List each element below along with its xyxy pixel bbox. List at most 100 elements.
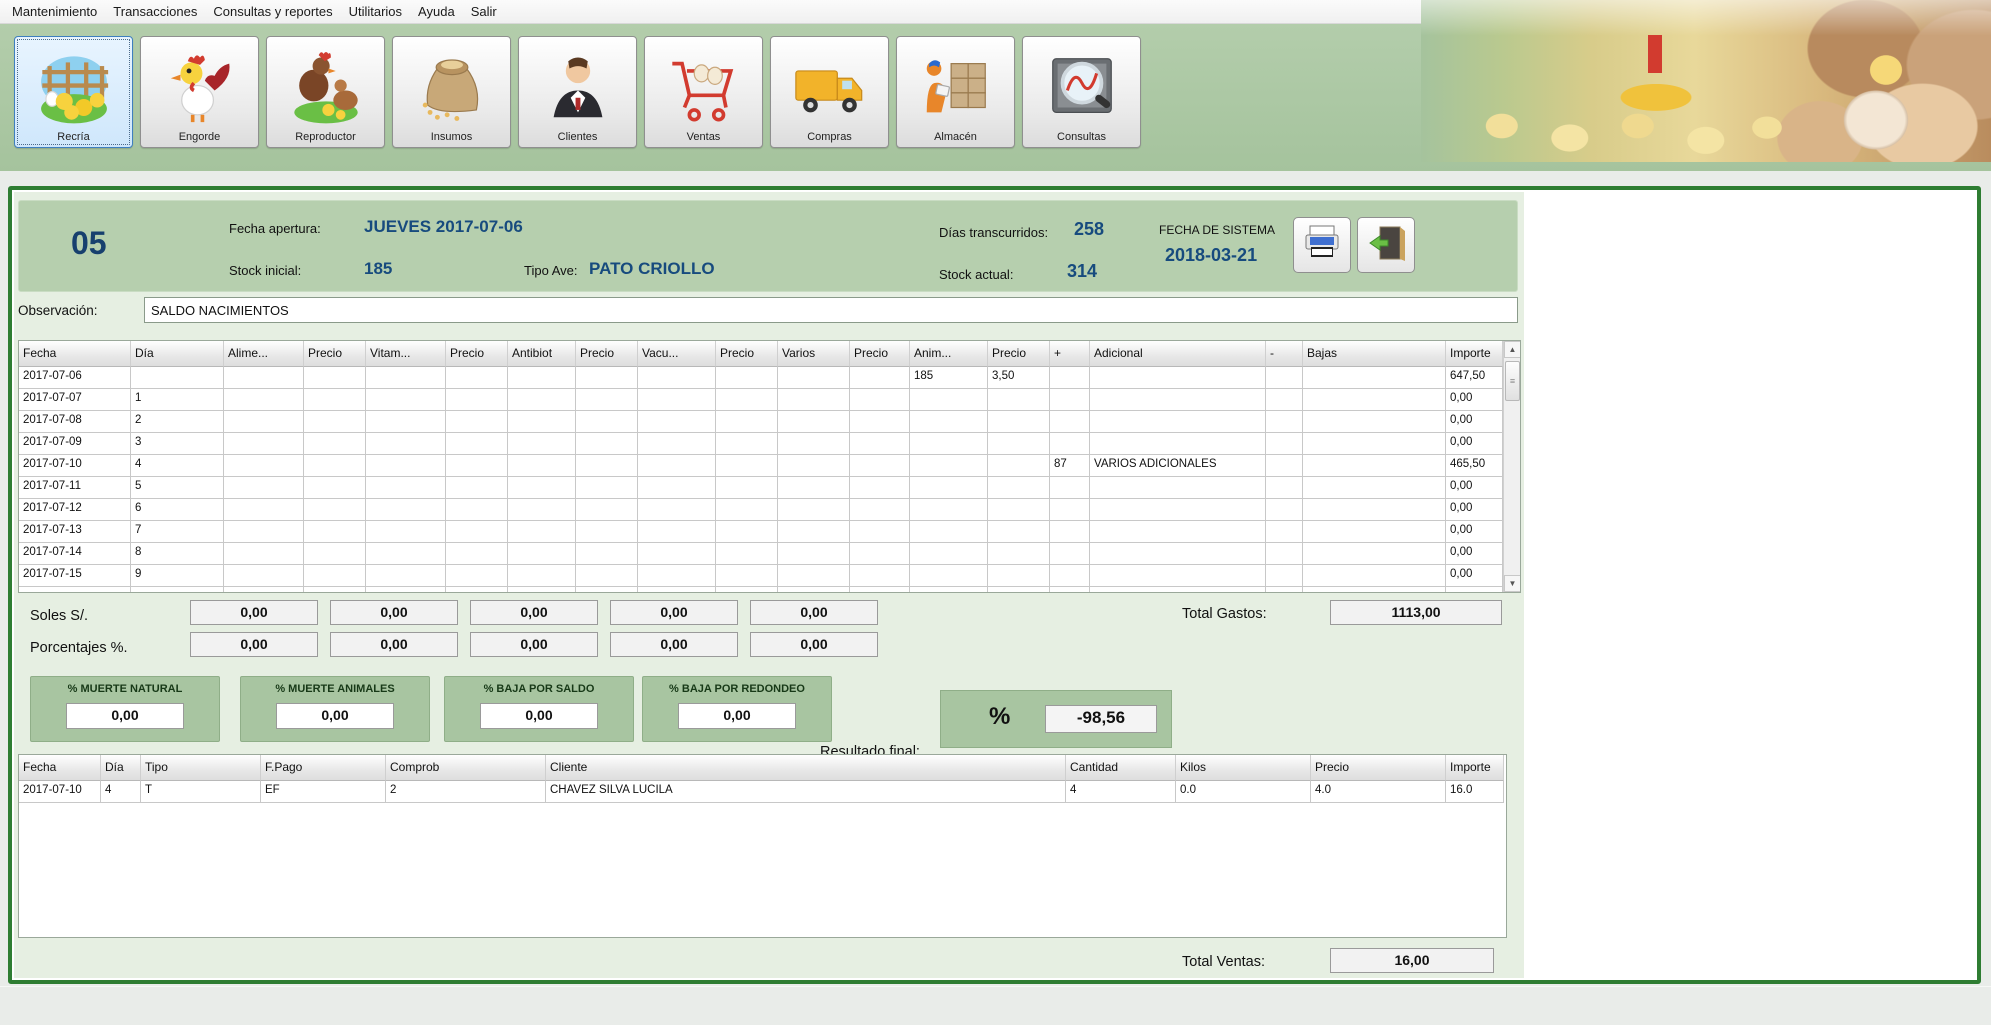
- column-header[interactable]: Cliente: [546, 755, 1066, 781]
- daily-movements-grid[interactable]: FechaDíaAlime...PrecioVitam...PrecioAnti…: [18, 340, 1521, 593]
- grid-cell[interactable]: [716, 499, 778, 521]
- grid-cell[interactable]: [1090, 477, 1266, 499]
- grid-cell[interactable]: 2: [386, 781, 546, 803]
- grid-cell[interactable]: [224, 477, 304, 499]
- toolbar-button-reproductor[interactable]: Reproductor: [266, 36, 385, 148]
- grid-cell[interactable]: 2017-07-07: [19, 389, 131, 411]
- grid-cell[interactable]: [988, 477, 1050, 499]
- grid-cell[interactable]: [508, 477, 576, 499]
- grid-cell[interactable]: [778, 389, 850, 411]
- grid-cell[interactable]: [1050, 433, 1090, 455]
- grid-cell[interactable]: [1266, 543, 1303, 565]
- grid-cell[interactable]: [366, 455, 446, 477]
- grid-cell[interactable]: 2017-07-09: [19, 433, 131, 455]
- grid-cell[interactable]: [716, 433, 778, 455]
- column-header[interactable]: Precio: [850, 341, 910, 367]
- grid-cell[interactable]: [638, 499, 716, 521]
- column-header[interactable]: Anim...: [910, 341, 988, 367]
- grid-cell[interactable]: 2017-07-06: [19, 367, 131, 389]
- grid-cell[interactable]: [778, 499, 850, 521]
- grid-cell[interactable]: 2017-07-14: [19, 543, 131, 565]
- grid-cell[interactable]: 2017-07-10: [19, 455, 131, 477]
- grid-cell[interactable]: [850, 521, 910, 543]
- column-header[interactable]: Día: [131, 341, 224, 367]
- grid-cell[interactable]: [1050, 367, 1090, 389]
- column-header[interactable]: Kilos: [1176, 755, 1311, 781]
- grid-cell[interactable]: [304, 455, 366, 477]
- grid-cell[interactable]: 465,50: [1446, 455, 1503, 477]
- grid-cell[interactable]: [446, 411, 508, 433]
- grid-cell[interactable]: 4: [131, 455, 224, 477]
- table-row[interactable]: 2017-07-1480,00: [19, 543, 1520, 565]
- grid-cell[interactable]: [304, 367, 366, 389]
- column-header[interactable]: F.Pago: [261, 755, 386, 781]
- grid-cell[interactable]: [1266, 587, 1303, 593]
- grid-cell[interactable]: [224, 565, 304, 587]
- table-row[interactable]: 2017-07-10487VARIOS ADICIONALES465,50: [19, 455, 1520, 477]
- grid-cell[interactable]: [446, 499, 508, 521]
- grid-cell[interactable]: [508, 455, 576, 477]
- grid-cell[interactable]: [446, 455, 508, 477]
- grid-cell[interactable]: [778, 521, 850, 543]
- grid-cell[interactable]: [638, 433, 716, 455]
- grid-cell[interactable]: [1050, 411, 1090, 433]
- grid-cell[interactable]: [1050, 521, 1090, 543]
- grid-cell[interactable]: [1303, 455, 1446, 477]
- grid-cell[interactable]: [508, 565, 576, 587]
- grid-cell[interactable]: [1266, 477, 1303, 499]
- table-row[interactable]: 2017-07-104TEF2CHAVEZ SILVA LUCILA40.04.…: [19, 781, 1506, 803]
- grid-cell[interactable]: [988, 433, 1050, 455]
- column-header[interactable]: Adicional: [1090, 341, 1266, 367]
- grid-cell[interactable]: [366, 565, 446, 587]
- grid-cell[interactable]: [508, 543, 576, 565]
- grid-cell[interactable]: [1446, 587, 1503, 593]
- grid-cell[interactable]: [19, 587, 131, 593]
- grid-cell[interactable]: 3: [131, 433, 224, 455]
- observacion-input[interactable]: [144, 297, 1518, 323]
- grid-cell[interactable]: [716, 389, 778, 411]
- grid-cell[interactable]: 2017-07-12: [19, 499, 131, 521]
- grid-cell[interactable]: 1: [131, 389, 224, 411]
- grid-cell[interactable]: 87: [1050, 455, 1090, 477]
- grid-cell[interactable]: [910, 543, 988, 565]
- grid-cell[interactable]: [850, 389, 910, 411]
- grid-cell[interactable]: [850, 477, 910, 499]
- menu-item-transacciones[interactable]: Transacciones: [105, 1, 205, 22]
- grid-cell[interactable]: [576, 455, 638, 477]
- column-header[interactable]: Precio: [1311, 755, 1446, 781]
- grid-cell[interactable]: 647,50: [1446, 367, 1503, 389]
- grid-cell[interactable]: [446, 389, 508, 411]
- toolbar-button-ventas[interactable]: Ventas: [644, 36, 763, 148]
- column-header[interactable]: Importe: [1446, 341, 1503, 367]
- grid-cell[interactable]: [988, 543, 1050, 565]
- column-header[interactable]: Precio: [988, 341, 1050, 367]
- grid-cell[interactable]: [638, 565, 716, 587]
- grid-cell[interactable]: [1090, 389, 1266, 411]
- grid-cell[interactable]: [1303, 389, 1446, 411]
- grid-cell[interactable]: [224, 389, 304, 411]
- grid-cell[interactable]: [131, 367, 224, 389]
- grid-cell[interactable]: [366, 389, 446, 411]
- grid-cell[interactable]: [910, 587, 988, 593]
- grid-cell[interactable]: [304, 587, 366, 593]
- grid-cell[interactable]: 6: [131, 499, 224, 521]
- scroll-up-icon[interactable]: ▲: [1504, 341, 1521, 358]
- grid-cell[interactable]: [508, 587, 576, 593]
- grid-cell[interactable]: [304, 521, 366, 543]
- column-header[interactable]: Precio: [304, 341, 366, 367]
- grid-cell[interactable]: [446, 367, 508, 389]
- grid-cell[interactable]: CHAVEZ SILVA LUCILA: [546, 781, 1066, 803]
- grid-cell[interactable]: [850, 587, 910, 593]
- grid-cell[interactable]: [638, 367, 716, 389]
- grid-cell[interactable]: [1266, 499, 1303, 521]
- column-header[interactable]: Día: [101, 755, 141, 781]
- grid-cell[interactable]: [576, 565, 638, 587]
- grid-cell[interactable]: [988, 499, 1050, 521]
- grid-cell[interactable]: [576, 543, 638, 565]
- grid-cell[interactable]: [1266, 433, 1303, 455]
- grid-cell[interactable]: [638, 389, 716, 411]
- grid-cell[interactable]: [638, 543, 716, 565]
- grid-cell[interactable]: 2: [131, 411, 224, 433]
- column-header[interactable]: Comprob: [386, 755, 546, 781]
- toolbar-button-insumos[interactable]: Insumos: [392, 36, 511, 148]
